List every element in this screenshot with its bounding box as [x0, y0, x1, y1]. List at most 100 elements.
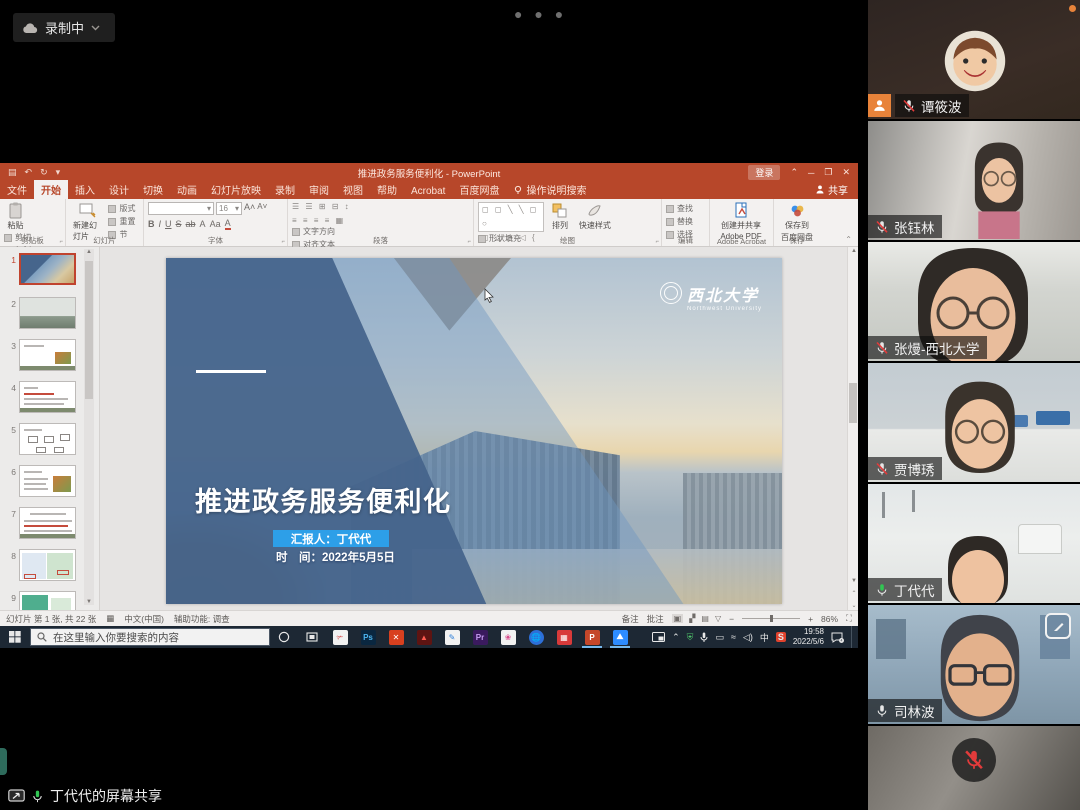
- tab-help[interactable]: 帮助: [370, 180, 404, 199]
- meeting-toolbar-dots[interactable]: ● ● ●: [514, 6, 567, 22]
- thumbnail-scrollbar[interactable]: ▲ ▼: [84, 249, 94, 605]
- sogou-input-icon[interactable]: S: [776, 632, 786, 642]
- annotation-tool-icon[interactable]: [1045, 613, 1071, 639]
- font-name-combobox[interactable]: ▾: [148, 202, 214, 215]
- zoom-slider-thumb[interactable]: [770, 615, 773, 622]
- alignment-buttons[interactable]: ≡ ≡ ≡ ≡ ▦: [292, 216, 388, 225]
- quick-styles-button[interactable]: 快速样式: [576, 202, 614, 231]
- tab-review[interactable]: 审阅: [302, 180, 336, 199]
- ribbon-display-options-icon[interactable]: ⌃: [790, 167, 798, 178]
- maximize-button[interactable]: ❐: [824, 167, 832, 178]
- tab-animations[interactable]: 动画: [170, 180, 204, 199]
- participant-tile-zhangyulin[interactable]: 张钰林: [868, 121, 1080, 240]
- taskbar-app-photoshop[interactable]: Ps: [354, 626, 382, 648]
- taskbar-app-powerpoint[interactable]: P: [578, 626, 606, 648]
- canvas-scrollbar[interactable]: ▲ ▼ ⌃ ⌄: [847, 247, 858, 610]
- participant-tile-dingdaidai[interactable]: 丁代代: [868, 484, 1080, 603]
- notification-icon[interactable]: 4: [831, 632, 844, 643]
- scrollbar-thumb[interactable]: [85, 261, 93, 399]
- ime-language-indicator[interactable]: 中: [760, 631, 769, 644]
- fit-to-window-icon[interactable]: ⛶: [846, 613, 852, 624]
- reset-button[interactable]: 重置: [108, 216, 135, 227]
- italic-button[interactable]: I: [159, 219, 162, 229]
- close-button[interactable]: ✕: [842, 167, 850, 178]
- slide-editing-area[interactable]: 西北大学 Northwest University 推进政务服务便利化 汇报人：…: [166, 258, 782, 604]
- taskbar-app-premiere[interactable]: Pr: [466, 626, 494, 648]
- chevron-down-icon[interactable]: [91, 25, 100, 31]
- arrange-button[interactable]: 排列: [548, 202, 571, 231]
- recording-badge[interactable]: 录制中: [13, 13, 115, 42]
- comments-button[interactable]: 批注: [647, 613, 664, 625]
- start-button[interactable]: [0, 626, 30, 648]
- tab-view[interactable]: 视图: [336, 180, 370, 199]
- show-desktop-button[interactable]: [851, 626, 854, 648]
- slide-title[interactable]: 推进政务服务便利化: [195, 480, 452, 519]
- change-case-button[interactable]: Aa: [210, 219, 221, 229]
- network-icon[interactable]: ≈: [731, 632, 736, 642]
- font-dialog-launcher[interactable]: ⌐: [281, 239, 285, 245]
- tab-slideshow[interactable]: 幻灯片放映: [204, 180, 268, 199]
- meeting-side-handle[interactable]: [0, 748, 7, 775]
- paste-button[interactable]: 粘贴: [4, 202, 27, 231]
- participant-tile-partial[interactable]: [868, 726, 1080, 810]
- taskbar-app-capcut[interactable]: ✃: [326, 626, 354, 648]
- shape-gallery[interactable]: ◻ ◻ ╲ ╲ ◻ ○ ◻ △ ▷ ◁ { }: [478, 202, 544, 232]
- create-pdf-button[interactable]: 创建并共享 Adobe PDF: [714, 202, 768, 241]
- font-size-combobox[interactable]: 16▾: [216, 202, 242, 215]
- battery-icon[interactable]: ▭: [715, 632, 724, 643]
- taskbar-app-xmind[interactable]: ✕: [382, 626, 410, 648]
- date-label[interactable]: 时 间：2022年5月5日: [276, 549, 395, 565]
- strikethrough-button[interactable]: S: [176, 219, 182, 229]
- slide-thumbnail-1[interactable]: [19, 253, 76, 285]
- volume-icon[interactable]: ◁): [743, 632, 753, 643]
- sign-in-button[interactable]: 登录: [748, 165, 780, 180]
- tab-home[interactable]: 开始: [34, 180, 68, 199]
- minimize-button[interactable]: ─: [808, 168, 814, 178]
- participant-tile-zhangman[interactable]: 张熳-西北大学: [868, 242, 1080, 361]
- taskbar-app-tencent-meeting[interactable]: ⛰: [606, 626, 634, 648]
- scrollbar-thumb[interactable]: [849, 383, 857, 423]
- taskbar-app-wps[interactable]: ✎: [438, 626, 466, 648]
- bullet-buttons[interactable]: ☰ ☰ ⊞ ⊟ ↕: [292, 202, 388, 211]
- layout-button[interactable]: 版式: [108, 203, 135, 214]
- underline-button[interactable]: U: [165, 219, 172, 229]
- shrink-font-button[interactable]: A˅: [257, 202, 267, 215]
- paragraph-dialog-launcher[interactable]: ⌐: [467, 239, 471, 245]
- scroll-up-icon[interactable]: ▲: [84, 249, 94, 255]
- tray-expand-icon[interactable]: ⌃: [672, 632, 680, 643]
- cortana-button[interactable]: [270, 626, 298, 648]
- participant-tile-tanxiaobo[interactable]: 谭筱波: [868, 0, 1080, 119]
- taskbar-app-photos[interactable]: ❀: [494, 626, 522, 648]
- collapse-ribbon-icon[interactable]: ⌃: [845, 235, 852, 244]
- task-view-button[interactable]: [298, 626, 326, 648]
- bold-button[interactable]: B: [148, 219, 155, 229]
- slide-sorter-icon[interactable]: ▞: [689, 614, 695, 623]
- grow-font-button[interactable]: A˄: [244, 202, 255, 215]
- taskbar-clock[interactable]: 19:58 2022/5/6: [793, 627, 824, 647]
- taskbar-search-input[interactable]: 在这里输入你要搜索的内容: [30, 628, 270, 646]
- security-shield-icon[interactable]: ⛨: [687, 632, 694, 643]
- previous-slide-icon[interactable]: ⌃: [849, 590, 859, 597]
- language-status[interactable]: 中文(中国): [124, 613, 164, 625]
- slide-thumbnail-8[interactable]: [19, 549, 76, 581]
- tell-me-search[interactable]: 操作说明搜索: [506, 180, 594, 199]
- find-button[interactable]: 查找: [666, 203, 693, 214]
- tab-file[interactable]: 文件: [0, 180, 34, 199]
- tab-transitions[interactable]: 切换: [136, 180, 170, 199]
- taskbar-app-acrobat[interactable]: ▲: [410, 626, 438, 648]
- display-settings-icon[interactable]: ▦: [106, 613, 114, 624]
- accessibility-status[interactable]: 辅助功能: 调查: [174, 613, 230, 625]
- taskbar-app-red-grid[interactable]: ▦: [550, 626, 578, 648]
- presenter-label[interactable]: 汇报人：丁代代: [273, 530, 389, 547]
- shadow-button[interactable]: ab: [186, 219, 196, 229]
- tab-design[interactable]: 设计: [102, 180, 136, 199]
- reading-view-icon[interactable]: ▤: [701, 614, 709, 623]
- tab-baidu-pan[interactable]: 百度网盘: [452, 180, 506, 199]
- replace-button[interactable]: 替换: [666, 216, 693, 227]
- next-slide-icon[interactable]: ⌄: [849, 602, 859, 609]
- tab-insert[interactable]: 插入: [68, 180, 102, 199]
- notes-button[interactable]: 备注: [622, 613, 639, 625]
- clipboard-dialog-launcher[interactable]: ⌐: [59, 239, 63, 245]
- scroll-down-icon[interactable]: ▼: [849, 578, 859, 584]
- taskbar-app-browser[interactable]: 🌐: [522, 626, 550, 648]
